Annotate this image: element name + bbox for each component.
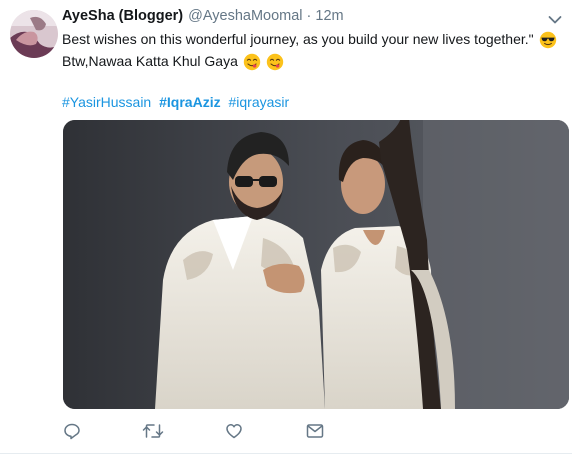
- author-handle[interactable]: @AyeshaMoomal: [188, 8, 302, 24]
- tweet-photo[interactable]: [63, 120, 569, 409]
- tweet-line-2: Btw,Nawaa Katta Khul Gaya: [62, 53, 238, 69]
- tweet-actions: [58, 420, 382, 442]
- author-name[interactable]: AyeSha (Blogger): [62, 8, 183, 24]
- timestamp[interactable]: 12m: [315, 8, 343, 24]
- tweet-line-1: Best wishes on this wonderful journey, a…: [62, 31, 534, 47]
- hashtag-link[interactable]: #YasirHussain: [62, 94, 151, 110]
- avatar[interactable]: [10, 10, 58, 58]
- retweet-icon[interactable]: [139, 420, 167, 442]
- tweet-header: AyeSha (Blogger) @AyeshaMoomal · 12m: [62, 8, 542, 28]
- like-icon[interactable]: [220, 420, 248, 442]
- tweet: AyeSha (Blogger) @AyeshaMoomal · 12m Bes…: [0, 0, 572, 454]
- reply-icon[interactable]: [58, 420, 86, 442]
- hashtag-link[interactable]: #iqrayasir: [228, 94, 289, 110]
- direct-message-icon[interactable]: [301, 420, 329, 442]
- separator-dot: ·: [306, 8, 312, 24]
- chevron-down-icon[interactable]: [548, 12, 562, 24]
- tweet-text: Best wishes on this wonderful journey, a…: [62, 30, 566, 71]
- hashtag-list: #YasirHussain #IqraAziz #iqrayasir: [62, 93, 293, 111]
- sunglasses-emoji: [539, 31, 557, 49]
- hashtag-link[interactable]: #IqraAziz: [159, 94, 220, 110]
- yum-emoji: [266, 53, 284, 71]
- yum-emoji: [243, 53, 261, 71]
